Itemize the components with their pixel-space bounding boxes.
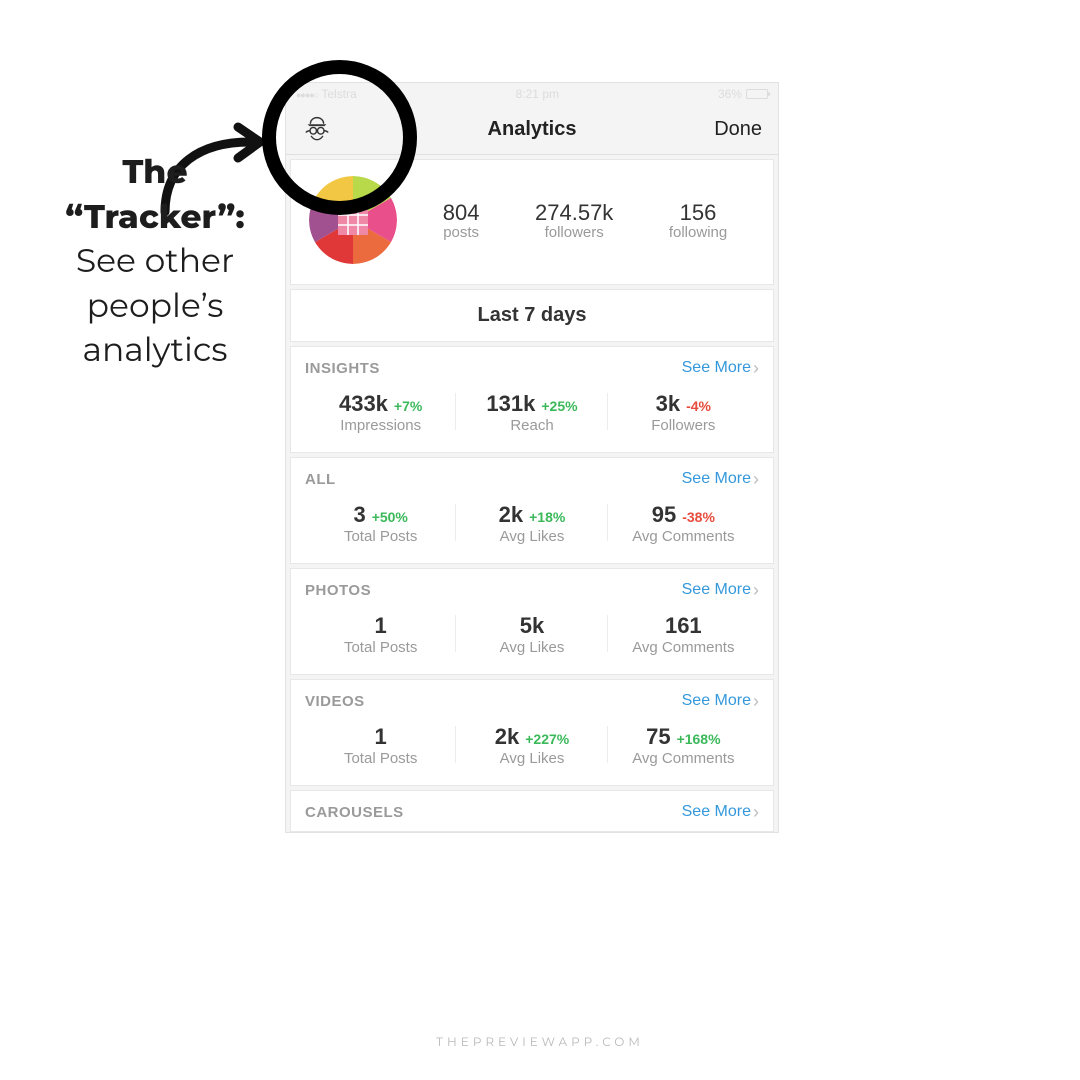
see-more-button[interactable]: See More› <box>682 581 759 599</box>
date-range-selector[interactable]: Last 7 days <box>290 289 774 342</box>
metric-label: Avg Likes <box>460 639 603 656</box>
metric-label: Avg Comments <box>612 528 755 545</box>
chevron-right-icon: › <box>753 692 759 710</box>
battery-icon <box>746 89 768 99</box>
metric-avg-comments[interactable]: 75+168% Avg Comments <box>608 720 759 769</box>
annotation-line: people’s <box>40 284 270 329</box>
annotation-line: “Tracker”: <box>40 195 270 240</box>
stat-followers[interactable]: 274.57k followers <box>535 200 613 241</box>
metric-reach[interactable]: 131k+25% Reach <box>456 387 607 436</box>
metric-label: Reach <box>460 417 603 434</box>
chevron-right-icon: › <box>753 803 759 821</box>
metric-avg-likes[interactable]: 5k Avg Likes <box>456 609 607 658</box>
section-title: ALL <box>305 471 336 488</box>
section-all: ALL See More› 3+50% Total Posts 2k+18% A… <box>290 457 774 564</box>
profile-card: 804 posts 274.57k followers 156 followin… <box>290 159 774 285</box>
stat-posts[interactable]: 804 posts <box>443 200 480 241</box>
annotation-line: See other <box>40 239 270 284</box>
stat-value: 804 <box>443 200 480 226</box>
see-more-button[interactable]: See More› <box>682 359 759 377</box>
stat-label: posts <box>443 224 480 241</box>
battery-percent: 36% <box>718 87 742 101</box>
metric-avg-comments[interactable]: 95-38% Avg Comments <box>608 498 759 547</box>
annotation-line: analytics <box>40 328 270 373</box>
chevron-right-icon: › <box>753 581 759 599</box>
section-photos: PHOTOS See More› 1 Total Posts 5k Avg Li… <box>290 568 774 675</box>
section-videos: VIDEOS See More› 1 Total Posts 2k+227% A… <box>290 679 774 786</box>
annotation-line: The <box>40 150 270 195</box>
metric-impressions[interactable]: 433k+7% Impressions <box>305 387 456 436</box>
clock-label: 8:21 pm <box>516 87 559 101</box>
metric-avg-comments[interactable]: 161 Avg Comments <box>608 609 759 658</box>
metric-total-posts[interactable]: 3+50% Total Posts <box>305 498 456 547</box>
section-insights: INSIGHTS See More› 433k+7% Impressions 1… <box>290 346 774 453</box>
stat-following[interactable]: 156 following <box>669 200 727 241</box>
metric-label: Avg Likes <box>460 528 603 545</box>
section-title: VIDEOS <box>305 693 365 710</box>
page-title: Analytics <box>362 118 702 141</box>
metric-label: Impressions <box>309 417 452 434</box>
metric-label: Avg Likes <box>460 750 603 767</box>
see-more-button[interactable]: See More› <box>682 470 759 488</box>
avatar[interactable] <box>309 176 397 264</box>
section-title: INSIGHTS <box>305 360 380 377</box>
metric-label: Total Posts <box>309 639 452 656</box>
tracker-icon[interactable] <box>302 112 332 147</box>
metric-label: Avg Comments <box>612 639 755 656</box>
metric-avg-likes[interactable]: 2k+227% Avg Likes <box>456 720 607 769</box>
metric-followers[interactable]: 3k-4% Followers <box>608 387 759 436</box>
section-title: PHOTOS <box>305 582 371 599</box>
stat-label: followers <box>535 224 613 241</box>
stat-label: following <box>669 224 727 241</box>
done-button[interactable]: Done <box>702 118 762 141</box>
carrier-label: ●●●●○ Telstra <box>296 87 357 101</box>
phone-frame: ●●●●○ Telstra 8:21 pm 36% <box>285 82 779 833</box>
metric-total-posts[interactable]: 1 Total Posts <box>305 609 456 658</box>
metric-label: Avg Comments <box>612 750 755 767</box>
metric-label: Total Posts <box>309 750 452 767</box>
annotation-text: The “Tracker”: See other people’s analyt… <box>40 150 270 373</box>
footer-credit: THEPREVIEWAPP.COM <box>0 1035 1080 1050</box>
section-title: CAROUSELS <box>305 804 404 821</box>
see-more-button[interactable]: See More› <box>682 803 759 821</box>
see-more-button[interactable]: See More› <box>682 692 759 710</box>
status-bar: ●●●●○ Telstra 8:21 pm 36% <box>286 83 778 105</box>
stat-value: 156 <box>669 200 727 226</box>
chevron-right-icon: › <box>753 359 759 377</box>
metric-label: Followers <box>612 417 755 434</box>
metric-avg-likes[interactable]: 2k+18% Avg Likes <box>456 498 607 547</box>
metric-label: Total Posts <box>309 528 452 545</box>
chevron-right-icon: › <box>753 470 759 488</box>
metric-total-posts[interactable]: 1 Total Posts <box>305 720 456 769</box>
section-carousels: CAROUSELS See More› <box>290 790 774 832</box>
stat-value: 274.57k <box>535 200 613 226</box>
nav-bar: Analytics Done <box>286 105 778 155</box>
